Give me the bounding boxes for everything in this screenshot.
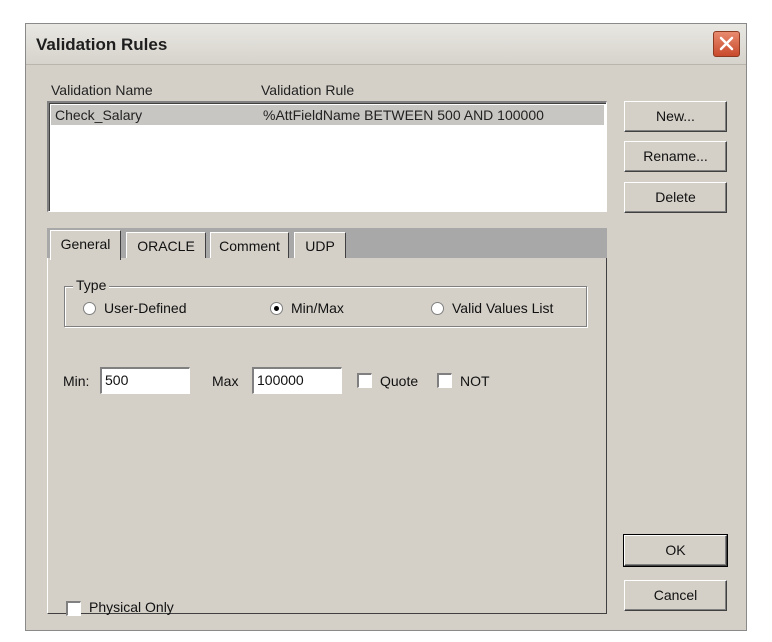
column-header-validation-rule: Validation Rule: [261, 82, 355, 98]
max-label: Max: [212, 373, 239, 389]
delete-button[interactable]: Delete: [624, 182, 727, 213]
general-tab-panel: Type User-Defined Min/Max Valid Values L…: [47, 258, 607, 616]
list-item[interactable]: Check_Salary %AttFieldName BETWEEN 500 A…: [51, 105, 604, 125]
physical-only-checkbox[interactable]: [66, 601, 81, 616]
min-label: Min:: [63, 373, 90, 389]
radio-label: User-Defined: [104, 300, 187, 316]
not-checkbox[interactable]: [437, 373, 452, 388]
list-item-rule: %AttFieldName BETWEEN 500 AND 100000: [263, 107, 544, 123]
quote-label: Quote: [380, 373, 419, 389]
type-group-label: Type: [73, 277, 110, 293]
ok-button[interactable]: OK: [623, 534, 728, 567]
radio-label: Min/Max: [291, 300, 344, 316]
radio-button[interactable]: [431, 302, 444, 315]
validation-rules-dialog: Validation Rules Validation Name Validat…: [25, 23, 747, 631]
type-groupbox: Type User-Defined Min/Max Valid Values L…: [64, 277, 587, 327]
min-input[interactable]: 500: [100, 367, 190, 394]
radio-label: Valid Values List: [452, 300, 554, 316]
radio-button[interactable]: [83, 302, 96, 315]
rename-button[interactable]: Rename...: [624, 141, 727, 172]
validation-rules-list[interactable]: Check_Salary %AttFieldName BETWEEN 500 A…: [47, 101, 607, 212]
cancel-button[interactable]: Cancel: [624, 580, 727, 611]
quote-checkbox[interactable]: [357, 373, 372, 388]
tab-oracle[interactable]: ORACLE: [126, 232, 206, 260]
close-button[interactable]: [713, 31, 740, 57]
tab-strip: General ORACLE Comment UDP: [47, 228, 607, 260]
not-label: NOT: [460, 373, 490, 389]
dialog-title: Validation Rules: [36, 35, 168, 54]
list-item-name: Check_Salary: [55, 107, 143, 123]
title-bar: Validation Rules: [26, 24, 746, 65]
radio-button-selected[interactable]: [270, 302, 283, 315]
max-input[interactable]: 100000: [252, 367, 342, 394]
tab-general[interactable]: General: [50, 230, 121, 260]
physical-only-label: Physical Only: [89, 599, 174, 615]
new-button[interactable]: New...: [624, 101, 727, 132]
column-header-validation-name: Validation Name: [51, 82, 153, 98]
tab-udp[interactable]: UDP: [294, 232, 346, 260]
tab-comment[interactable]: Comment: [210, 232, 289, 260]
